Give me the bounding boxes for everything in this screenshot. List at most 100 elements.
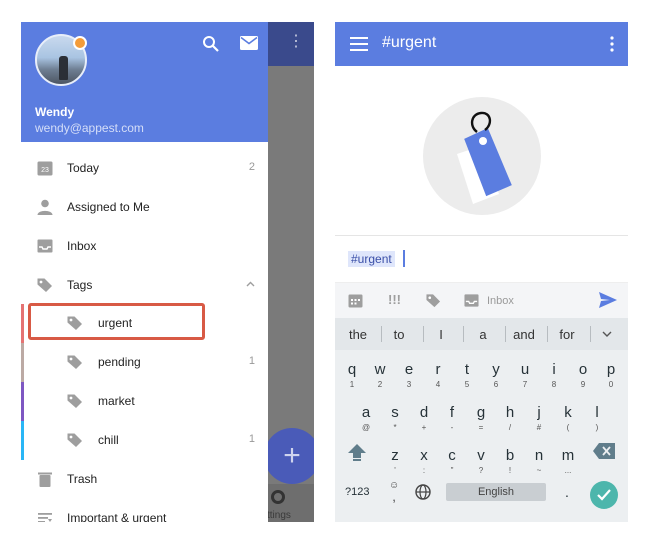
key-b[interactable]: b! [497,443,523,479]
nav-item-tags[interactable]: Tags [21,266,268,305]
chevron-up-icon[interactable] [246,281,255,287]
settings-icon[interactable] [271,490,285,504]
tag-name-input[interactable]: #urgent [335,236,628,283]
calendar-icon[interactable] [348,293,363,308]
key-s[interactable]: s * [382,400,408,436]
priority-icon[interactable]: !!! [388,292,401,307]
done-key[interactable] [590,481,618,509]
key-e[interactable]: e3 [396,357,422,393]
send-icon[interactable] [599,292,617,308]
key-l[interactable]: l) [584,400,610,436]
key-f[interactable]: f- [439,400,465,436]
key-m[interactable]: m... [555,443,581,479]
key-d[interactable]: d + [411,400,437,436]
overflow-menu-icon[interactable] [610,36,614,52]
tag-input-value: #urgent [348,251,395,267]
tag-label-pending: pending [98,355,141,369]
settings-label: ttings [267,510,291,521]
navigation-drawer: Wendy wendy@appest.com 23 Today 2 Assign… [21,22,268,522]
key-h[interactable]: h / [497,400,523,436]
inbox-icon[interactable] [464,293,479,308]
tag-illustration-icon [457,111,512,204]
drawer-header: Wendy wendy@appest.com [21,22,268,142]
key-v[interactable]: v? [468,443,494,479]
shift-key-icon[interactable] [347,443,367,461]
nav-label-important-and-urgent: Important & urgent [67,511,167,522]
key-k[interactable]: k( [555,400,581,436]
highlight-box [28,303,205,340]
chevron-down-icon[interactable] [602,331,612,337]
suggestion-item[interactable]: and [504,327,544,342]
calendar-day-number: 23 [41,167,49,174]
key-i[interactable]: i8 [541,357,567,393]
nav-item-important-and-urgent[interactable]: Important & urgent [21,499,268,522]
avatar-person-figure [59,56,68,80]
suggestion-divider [590,326,591,342]
key-p[interactable]: p0 [598,357,624,393]
key-y[interactable]: y6 [483,357,509,393]
nav-label-inbox: Inbox [67,239,97,253]
mail-icon[interactable] [240,36,258,50]
key-r[interactable]: r4 [425,357,451,393]
key-n[interactable]: n ~ [526,443,552,479]
globe-icon[interactable] [415,484,431,500]
nav-label-tags: Tags [67,278,93,292]
person-icon [37,199,53,215]
tag-color-bar [21,343,24,382]
quick-actions-bar: !!! Inbox [335,283,628,318]
background-add-fab[interactable]: + [264,428,314,484]
emoji-key[interactable]: ☺ , [389,480,399,504]
checkmark-icon [597,489,611,501]
key-g[interactable]: g = [468,400,494,436]
tag-color-bar [21,304,24,343]
backspace-icon[interactable] [593,443,615,459]
nav-item-today[interactable]: 23 Today 2 [21,149,268,188]
nav-label-trash: Trash [67,472,98,486]
key-w[interactable]: w2 [367,357,393,393]
calendar-icon: 23 [37,161,53,176]
key-u[interactable]: u7 [512,357,538,393]
tag-icon [67,433,82,447]
tag-color-bar [21,382,24,421]
tag-label-market: market [98,394,135,408]
key-z[interactable]: z ' [382,443,408,479]
tag-item-pending[interactable]: pending 1 [21,343,268,382]
key-q[interactable]: q1 [339,357,365,393]
tag-icon[interactable] [426,293,441,308]
nav-item-inbox[interactable]: Inbox [21,227,268,266]
tag-count-pending: 1 [248,355,255,367]
suggestion-item[interactable]: for [547,327,587,342]
key-j[interactable]: j # [526,400,552,436]
key-x[interactable]: x: [411,443,437,479]
key-c[interactable]: c " [439,443,465,479]
menu-icon[interactable] [350,37,368,51]
tag-item-market[interactable]: market [21,382,268,421]
key-o[interactable]: o9 [570,357,596,393]
nav-item-assigned-to-me[interactable]: Assigned to Me [21,188,268,227]
key-t[interactable]: t5 [454,357,480,393]
background-overflow-icon: ⋮ [288,33,304,50]
tag-icon [37,278,52,292]
period-key[interactable]: . [565,484,569,500]
suggestion-item[interactable]: a [463,327,503,342]
page-title: #urgent [382,34,437,51]
suggestion-item[interactable]: the [338,327,378,342]
filter-icon [38,513,52,522]
space-key[interactable]: English [446,483,546,501]
nav-label-today: Today [67,161,100,175]
suggestion-strip: the to I a and for [335,318,628,350]
trash-icon [38,472,52,487]
symbols-key[interactable]: ?123 [345,486,369,498]
key-a[interactable]: a @ [353,400,379,436]
nav-count-today: 2 [248,161,255,173]
app-bar: #urgent [335,22,628,66]
nav-item-trash[interactable]: Trash [21,460,268,499]
tag-icon [67,394,82,408]
suggestion-item[interactable]: to [379,327,419,342]
nav-label-assigned-to-me: Assigned to Me [67,200,150,214]
inbox-label[interactable]: Inbox [487,295,514,307]
suggestion-item[interactable]: I [421,327,461,342]
tag-item-chill[interactable]: chill 1 [21,421,268,460]
search-icon[interactable] [202,35,220,53]
comma-label: , [392,489,396,504]
